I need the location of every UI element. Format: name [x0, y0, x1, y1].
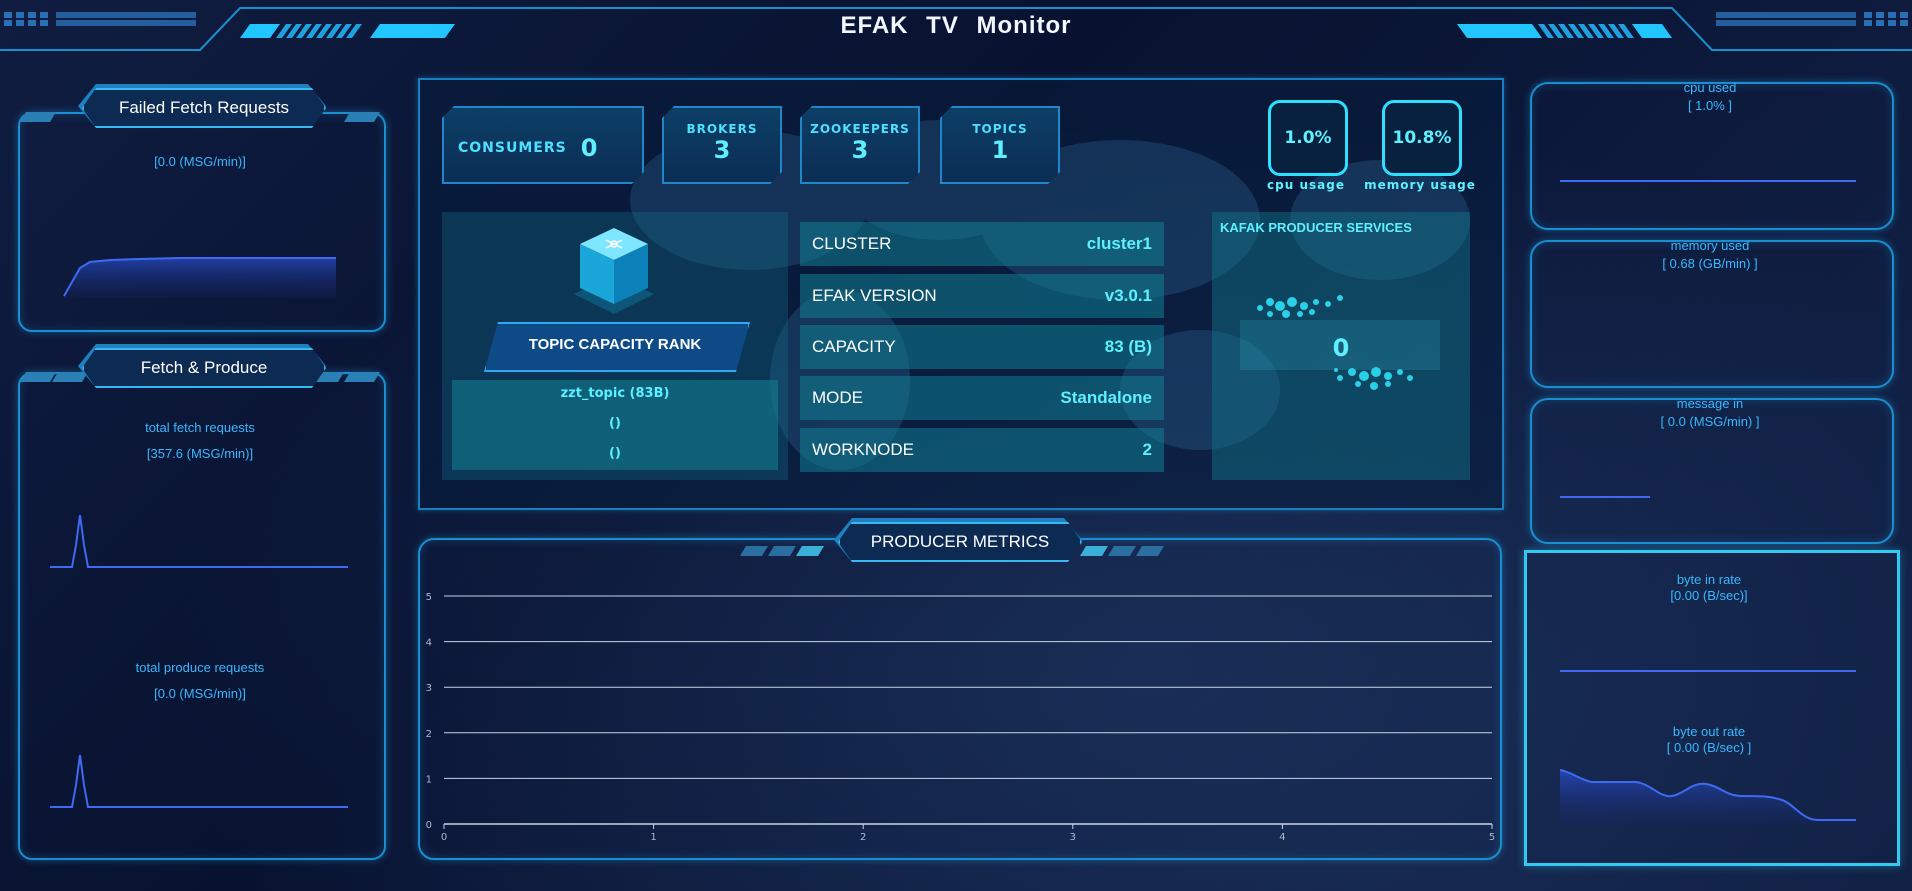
y-tick-label: 3 — [426, 683, 432, 694]
cluster-row: CLUSTER cluster1 — [800, 222, 1164, 266]
byte-in-chart — [1560, 670, 1856, 672]
topics-value: 1 — [991, 136, 1009, 164]
byte-in-label: byte in rate — [1676, 572, 1742, 587]
page-title: EFAK TV Monitor — [840, 12, 1072, 39]
cpu-used-chart — [1560, 180, 1856, 182]
worknode-key: WORKNODE — [812, 440, 914, 459]
mode-row: MODE Standalone — [800, 376, 1164, 420]
produce-value: [0.0 (MSG/min)] — [154, 686, 246, 701]
zookeepers-value: 3 — [851, 136, 869, 164]
message-in-chart — [1560, 496, 1650, 498]
memory-used-label: memory used — [1670, 238, 1750, 253]
worknode-row: WORKNODE 2 — [800, 428, 1164, 472]
mode-value: Standalone — [1060, 388, 1152, 407]
y-tick-label: 0 — [426, 820, 432, 831]
y-tick-label: 4 — [426, 638, 432, 649]
consumers-stat: CONSUMERS 0 — [442, 106, 644, 184]
producer-services-value: 0 — [1332, 334, 1350, 362]
x-tick-label: 3 — [1070, 832, 1076, 840]
y-tick-label: 1 — [426, 774, 432, 785]
cpu-usage-gauge: 1.0% — [1268, 100, 1348, 176]
consumers-value: 0 — [580, 134, 598, 162]
topic-rank-title: TOPIC CAPACITY RANK — [528, 336, 702, 353]
producer-metrics-title: PRODUCER METRICS — [838, 522, 1082, 562]
x-tick-label: 0 — [441, 832, 447, 840]
y-tick-label: 5 — [426, 592, 432, 603]
x-tick-label: 4 — [1279, 832, 1285, 840]
produce-label: total produce requests — [135, 660, 265, 675]
brokers-value: 3 — [713, 136, 731, 164]
topics-label: TOPICS — [972, 122, 1028, 136]
mode-key: MODE — [812, 388, 863, 407]
failed-fetch-value: [0.0 (MSG/min)] — [154, 154, 246, 169]
byte-in-value: [0.00 (B/sec)] — [1670, 588, 1748, 603]
memory-usage-gauge: 10.8% — [1382, 100, 1462, 176]
topic-rank-item-2: () — [609, 416, 621, 431]
capacity-key: CAPACITY — [812, 337, 896, 356]
spacer — [416, 74, 506, 75]
fetch-chart — [50, 514, 348, 568]
zookeepers-label: ZOOKEEPERS — [810, 122, 910, 136]
byte-out-chart — [1559, 769, 1856, 824]
x-tick-label: 2 — [860, 832, 866, 840]
cpu-used-label: cpu used — [1683, 80, 1737, 95]
brokers-stat: BROKERS 3 — [662, 106, 782, 184]
consumers-label: CONSUMERS — [458, 140, 567, 156]
worknode-value: 2 — [1142, 440, 1152, 459]
fetch-produce-title: Fetch & Produce — [82, 348, 326, 388]
message-in-label: message in — [1676, 396, 1744, 411]
efak-version-value: v3.0.1 — [1104, 286, 1152, 305]
zookeepers-stat: ZOOKEEPERS 3 — [800, 106, 920, 184]
cpu-usage-label: cpu usage — [1267, 178, 1345, 192]
message-in-value: [ 0.0 (MSG/min) ] — [1660, 414, 1760, 429]
capacity-value: 83 (B) — [1104, 337, 1152, 356]
efak-version-row: EFAK VERSION v3.0.1 — [800, 274, 1164, 318]
produce-chart — [50, 754, 348, 808]
cluster-key: CLUSTER — [812, 234, 892, 253]
failed-fetch-chart — [63, 257, 336, 298]
fetch-label: total fetch requests — [145, 420, 255, 435]
fetch-value: [357.6 (MSG/min)] — [146, 446, 254, 461]
byte-out-value: [ 0.00 (B/sec) ] — [1666, 740, 1752, 755]
cube-icon — [574, 228, 654, 314]
producer-metrics-chart: 5 4 3 2 1 0 0 1 2 3 4 5 — [426, 592, 1496, 840]
capacity-row: CAPACITY 83 (B) — [800, 325, 1164, 369]
failed-fetch-title: Failed Fetch Requests — [82, 88, 326, 128]
y-tick-label: 2 — [426, 729, 432, 740]
efak-version-key: EFAK VERSION — [812, 286, 937, 305]
producer-services-title: KAFAK PRODUCER SERVICES — [1220, 220, 1412, 235]
topic-rank-item-3: () — [609, 446, 621, 461]
memory-usage-label: memory usage — [1364, 178, 1476, 192]
x-tick-label: 1 — [650, 832, 656, 840]
byte-out-label: byte out rate — [1672, 724, 1746, 739]
topics-stat: TOPICS 1 — [940, 106, 1060, 184]
cluster-value: cluster1 — [1086, 234, 1152, 253]
brokers-label: BROKERS — [686, 122, 758, 136]
x-tick-label: 5 — [1489, 832, 1495, 840]
topic-rank-item-1: zzt_topic (83B) — [560, 386, 670, 401]
cpu-used-value: [ 1.0% ] — [1687, 98, 1733, 113]
memory-used-value: [ 0.68 (GB/min) ] — [1662, 256, 1758, 271]
